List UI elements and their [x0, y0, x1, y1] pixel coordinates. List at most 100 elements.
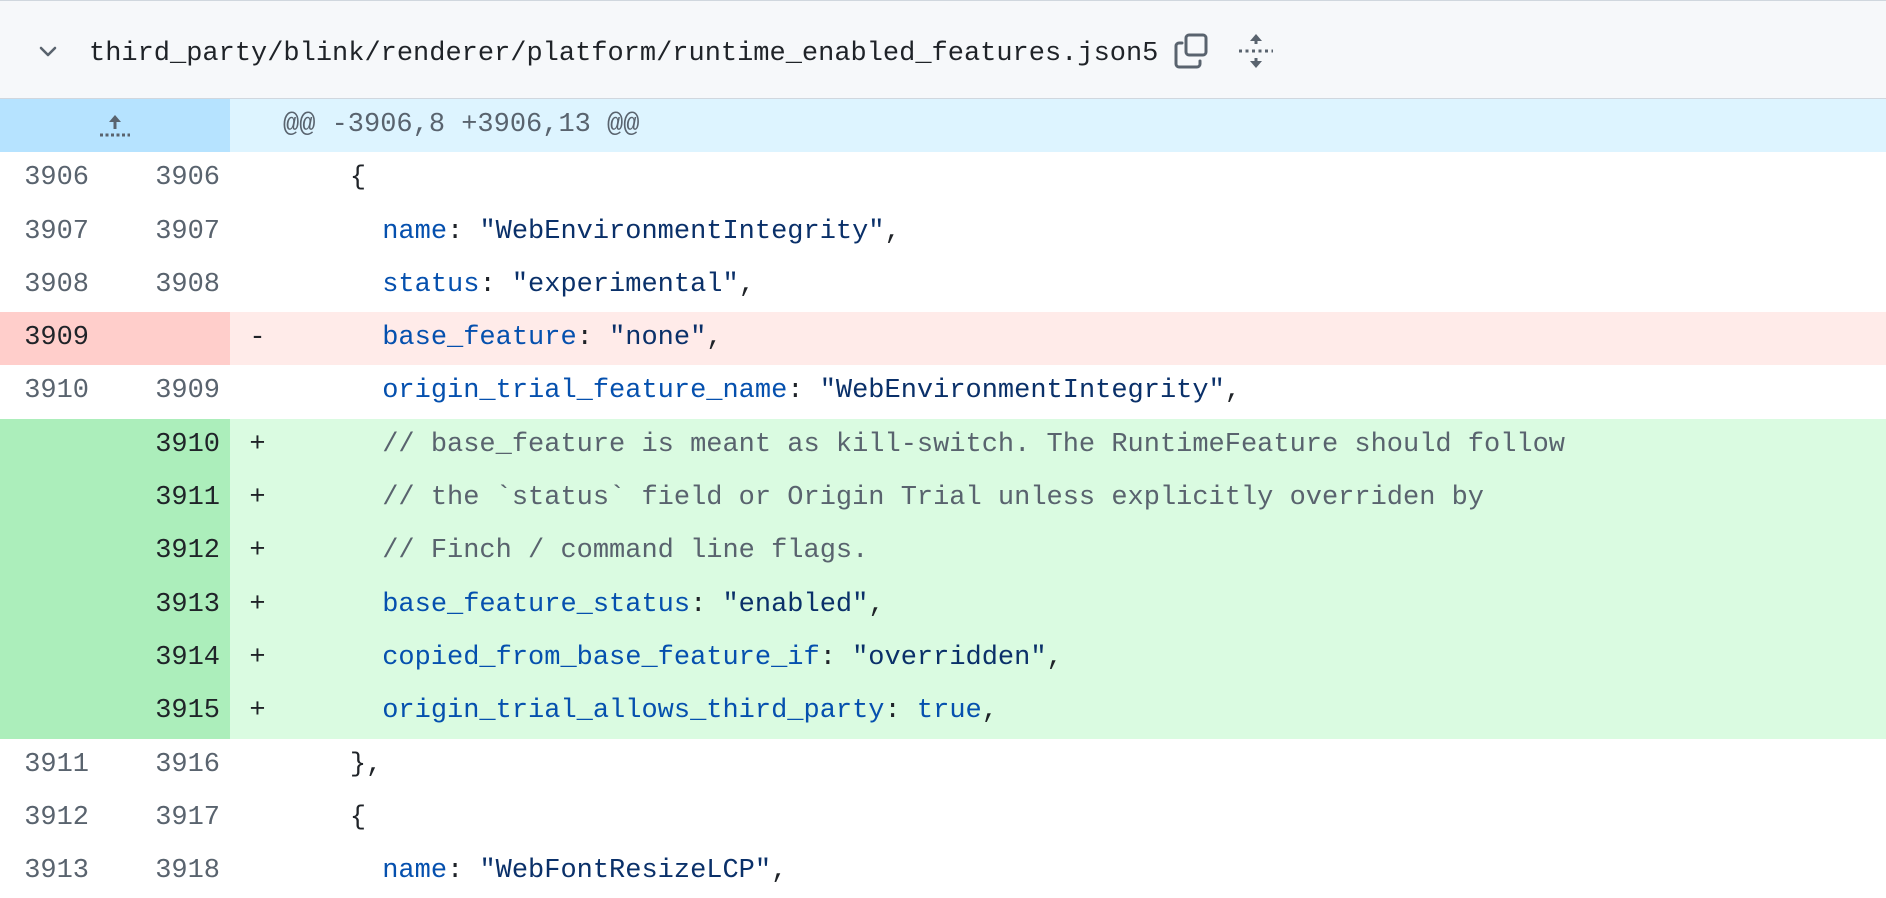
- code-comment: // the `status` field or Origin Trial un…: [382, 483, 1484, 514]
- code-line: status: "experimental",: [285, 259, 1886, 312]
- code-comment: // Finch / command line flags.: [382, 536, 869, 567]
- expand-up-icon[interactable]: [0, 99, 230, 153]
- old-line-number[interactable]: 3910: [0, 365, 115, 418]
- code-punct: ,: [1224, 376, 1241, 407]
- code-line: origin_trial_allows_third_party: true,: [285, 685, 1886, 739]
- code-line: origin_trial_feature_name: "WebEnvironme…: [285, 365, 1886, 418]
- diff-marker: [230, 739, 285, 792]
- new-line-number[interactable]: 3917: [115, 792, 230, 845]
- diff-line-add: 3912 + // Finch / command line flags.: [0, 525, 1886, 579]
- code-key: origin_trial_allows_third_party: [382, 696, 885, 727]
- old-line-number[interactable]: 3911: [0, 739, 115, 792]
- diff-marker: +: [230, 578, 285, 632]
- diff-marker: -: [230, 312, 285, 366]
- file-path[interactable]: third_party/blink/renderer/platform/runt…: [89, 39, 1158, 69]
- chevron-down-icon[interactable]: [34, 37, 62, 65]
- diff-line-add: 3915 + origin_trial_allows_third_party: t…: [0, 685, 1886, 739]
- code-line: // base_feature is meant as kill-switch.…: [285, 418, 1886, 473]
- old-line-number[interactable]: [0, 525, 115, 579]
- code-key: true: [916, 696, 982, 727]
- diff-line-context: 3907 3907 name: "WebEnvironmentIntegrity"…: [0, 206, 1886, 259]
- code-line: base_feature_status: "enabled",: [285, 578, 1886, 632]
- code-string: "experimental": [511, 269, 739, 300]
- code-string: "overridden": [852, 642, 1047, 673]
- code-punct: :: [884, 696, 917, 727]
- diff-line-context: 3912 3917 {: [0, 792, 1886, 845]
- old-line-number[interactable]: 3912: [0, 792, 115, 845]
- new-line-number[interactable]: 3906: [115, 152, 230, 205]
- code-key: status: [382, 269, 480, 300]
- diff-marker: +: [230, 525, 285, 579]
- diff-marker: +: [230, 685, 285, 739]
- code-punct: ,: [868, 589, 885, 620]
- new-line-number[interactable]: 3910: [115, 418, 230, 473]
- old-line-number[interactable]: [0, 472, 115, 526]
- new-line-number[interactable]: 3912: [115, 525, 230, 579]
- diff-marker: +: [230, 418, 285, 473]
- old-line-number[interactable]: 3913: [0, 845, 115, 898]
- new-line-number[interactable]: 3916: [115, 739, 230, 792]
- diff-line-add: 3913 + base_feature_status: "enabled",: [0, 578, 1886, 632]
- diff-marker: [230, 206, 285, 259]
- diff-line-add: 3910 + // base_feature is meant as kill-s…: [0, 418, 1886, 473]
- diff-line-context: 3913 3918 name: "WebFontResizeLCP",: [0, 845, 1886, 898]
- diff-marker: +: [230, 631, 285, 686]
- old-line-number[interactable]: [0, 418, 115, 473]
- old-line-number[interactable]: 3909: [0, 312, 115, 366]
- old-line-number[interactable]: 3907: [0, 206, 115, 259]
- diff-line-context: 3906 3906 {: [0, 152, 1886, 205]
- old-line-number[interactable]: 3908: [0, 259, 115, 312]
- code-key: origin_trial_feature_name: [382, 376, 788, 407]
- code-line: copied_from_base_feature_if: "overridden…: [285, 631, 1886, 686]
- old-line-number[interactable]: [0, 578, 115, 632]
- new-line-number[interactable]: 3918: [115, 845, 230, 898]
- new-line-number[interactable]: 3915: [115, 685, 230, 739]
- code-line: name: "WebFontResizeLCP",: [285, 845, 1886, 898]
- code-line: {: [285, 792, 1886, 845]
- hunk-header-row: @@ -3906,8 +3906,13 @@: [0, 99, 1886, 153]
- code-key: copied_from_base_feature_if: [382, 642, 820, 673]
- new-line-number[interactable]: 3909: [115, 365, 230, 418]
- diff-line-context: 3908 3908 status: "experimental",: [0, 259, 1886, 312]
- code-punct: :: [479, 269, 512, 300]
- code-line: name: "WebEnvironmentIntegrity",: [285, 206, 1886, 259]
- code-punct: ,: [884, 216, 901, 247]
- code-line: // the `status` field or Origin Trial un…: [285, 472, 1886, 526]
- code-key: base_feature_status: [382, 589, 691, 620]
- code-punct: },: [349, 749, 383, 780]
- new-line-number[interactable]: 3908: [115, 259, 230, 312]
- old-line-number[interactable]: [0, 631, 115, 686]
- diff-line-context: 3911 3916 },: [0, 739, 1886, 792]
- hunk-header: @@ -3906,8 +3906,13 @@: [230, 99, 1886, 153]
- code-string: "WebEnvironmentIntegrity": [819, 376, 1225, 407]
- diff-table: @@ -3906,8 +3906,13 @@ 3906 3906 {3907 390…: [0, 99, 1886, 898]
- new-line-number[interactable]: 3913: [115, 578, 230, 632]
- old-line-number[interactable]: 3906: [0, 152, 115, 205]
- new-line-number[interactable]: [115, 312, 230, 366]
- code-punct: {: [349, 802, 367, 833]
- code-key: base_feature: [382, 323, 577, 354]
- diff-marker: [230, 365, 285, 418]
- new-line-number[interactable]: 3907: [115, 206, 230, 259]
- new-line-number[interactable]: 3914: [115, 631, 230, 686]
- diff-marker: [230, 259, 285, 312]
- copy-icon[interactable]: [1172, 31, 1212, 71]
- diff-marker: [230, 845, 285, 898]
- code-string: "enabled": [722, 589, 869, 620]
- code-key: name: [382, 856, 448, 887]
- diff-line-del: 3909 - base_feature: "none",: [0, 312, 1886, 366]
- code-punct: :: [787, 376, 820, 407]
- new-line-number[interactable]: 3911: [115, 472, 230, 526]
- code-string: "WebEnvironmentIntegrity": [479, 216, 885, 247]
- old-line-number[interactable]: [0, 685, 115, 739]
- diff-marker: [230, 152, 285, 205]
- unfold-icon[interactable]: [1236, 31, 1276, 71]
